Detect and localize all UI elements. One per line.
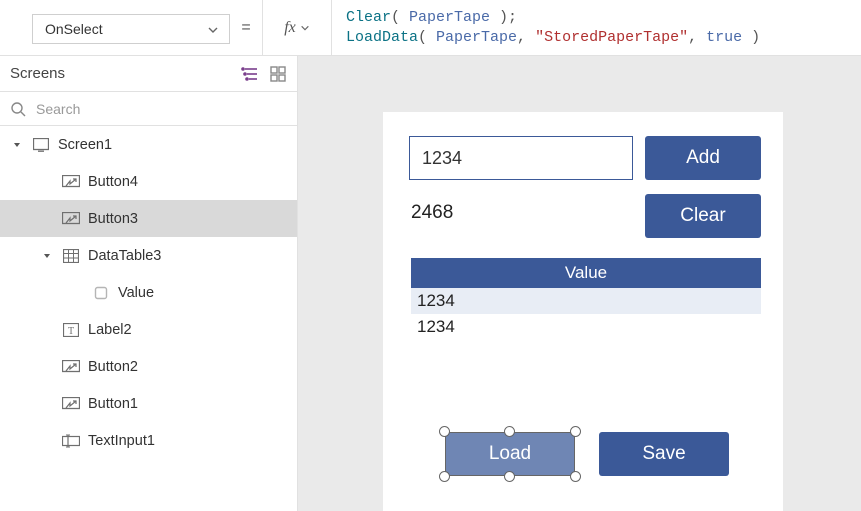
tree-item-textinput1[interactable]: TextInput1 bbox=[0, 422, 297, 459]
tree-search-input[interactable] bbox=[34, 100, 287, 118]
tree-item-datatable3[interactable]: DataTable3 bbox=[0, 237, 297, 274]
tree-item-label2[interactable]: T Label2 bbox=[0, 311, 297, 348]
tree-item-button1[interactable]: Button1 bbox=[0, 385, 297, 422]
textinput-1234[interactable]: 1234 bbox=[409, 136, 633, 180]
resize-handle[interactable] bbox=[439, 426, 450, 437]
tree-item-button3[interactable]: Button3 bbox=[0, 200, 297, 237]
button-icon bbox=[62, 210, 80, 228]
tree-search-row bbox=[0, 92, 297, 126]
formula-bar: OnSelect = fx Clear( PaperTape ); LoadDa… bbox=[0, 0, 861, 56]
tree-item-label: Label2 bbox=[88, 322, 132, 338]
formula-token: Clear bbox=[346, 9, 391, 26]
resize-handle[interactable] bbox=[504, 471, 515, 482]
caret-down-icon[interactable] bbox=[10, 141, 24, 149]
tree-panel-header: Screens bbox=[0, 56, 297, 92]
textinput-icon bbox=[62, 432, 80, 450]
tree-item-button4[interactable]: Button4 bbox=[0, 163, 297, 200]
formula-token: PaperTape bbox=[409, 9, 490, 26]
tree-item-value[interactable]: Value bbox=[0, 274, 297, 311]
chevron-down-icon bbox=[300, 23, 310, 33]
resize-handle[interactable] bbox=[570, 471, 581, 482]
tree-list-view-icon[interactable] bbox=[241, 65, 259, 83]
tree-item-label: DataTable3 bbox=[88, 248, 161, 264]
tree-item-label: Value bbox=[118, 285, 154, 301]
tree-item-label: Button4 bbox=[88, 174, 138, 190]
fx-label: fx bbox=[284, 19, 296, 37]
tree-view: Screen1 Button4 Button3 DataTable3 Value T Lab… bbox=[0, 126, 297, 511]
button-icon bbox=[62, 358, 80, 376]
canvas[interactable]: 1234 Add 2468 Clear Value 1234 1234 Load bbox=[298, 56, 861, 511]
caret-down-icon[interactable] bbox=[40, 252, 54, 260]
formula-token: , bbox=[517, 29, 535, 46]
tree-item-label: TextInput1 bbox=[88, 433, 155, 449]
resize-handle[interactable] bbox=[504, 426, 515, 437]
add-button-label: Add bbox=[686, 147, 720, 169]
formula-token: "StoredPaperTape" bbox=[535, 29, 688, 46]
resize-handle[interactable] bbox=[439, 471, 450, 482]
tree-item-label: Button2 bbox=[88, 359, 138, 375]
column-icon bbox=[92, 284, 110, 302]
formula-editor[interactable]: Clear( PaperTape ); LoadData( PaperTape,… bbox=[332, 0, 861, 55]
load-button-label: Load bbox=[489, 443, 531, 465]
load-button-selected[interactable]: Load bbox=[445, 432, 575, 476]
property-dropdown[interactable]: OnSelect bbox=[32, 14, 230, 44]
fx-button[interactable]: fx bbox=[262, 0, 332, 55]
tree-item-screen1[interactable]: Screen1 bbox=[0, 126, 297, 163]
formula-token: ) bbox=[742, 29, 760, 46]
formula-token: LoadData bbox=[346, 29, 418, 46]
textinput-value: 1234 bbox=[422, 148, 462, 169]
formula-token: ( bbox=[391, 9, 409, 26]
tree-thumb-view-icon[interactable] bbox=[269, 65, 287, 83]
app-preview: 1234 Add 2468 Clear Value 1234 1234 Load bbox=[383, 112, 783, 511]
screen-icon bbox=[32, 136, 50, 154]
chevron-down-icon bbox=[207, 23, 219, 35]
resize-handle[interactable] bbox=[570, 426, 581, 437]
equals-sign: = bbox=[230, 0, 262, 55]
formula-token: ( bbox=[418, 29, 436, 46]
table-row[interactable]: 1234 bbox=[411, 288, 761, 314]
table-row[interactable]: 1234 bbox=[411, 314, 761, 340]
button-icon bbox=[62, 395, 80, 413]
table-icon bbox=[62, 247, 80, 265]
main-area: Screens Screen1 Button4 Button3 DataTable3 V… bbox=[0, 56, 861, 511]
clear-button-label: Clear bbox=[680, 205, 725, 227]
property-dropdown-label: OnSelect bbox=[45, 21, 103, 37]
tree-item-label: Button1 bbox=[88, 396, 138, 412]
data-table-header: Value bbox=[411, 258, 761, 288]
save-button[interactable]: Save bbox=[599, 432, 729, 476]
save-button-label: Save bbox=[642, 443, 685, 465]
tree-panel: Screens Screen1 Button4 Button3 DataTable3 V… bbox=[0, 56, 298, 511]
formula-token: PaperTape bbox=[436, 29, 517, 46]
clear-button[interactable]: Clear bbox=[645, 194, 761, 238]
formula-token: ); bbox=[490, 9, 517, 26]
tree-item-label: Button3 bbox=[88, 211, 138, 227]
data-table[interactable]: Value 1234 1234 bbox=[411, 258, 761, 340]
button-icon bbox=[62, 173, 80, 191]
search-icon bbox=[10, 101, 26, 117]
label-icon: T bbox=[62, 321, 80, 339]
tree-panel-title: Screens bbox=[10, 65, 65, 82]
svg-text:T: T bbox=[68, 326, 74, 337]
sum-label: 2468 bbox=[411, 202, 453, 224]
add-button[interactable]: Add bbox=[645, 136, 761, 180]
tree-item-label: Screen1 bbox=[58, 137, 112, 153]
formula-token: true bbox=[706, 29, 742, 46]
tree-item-button2[interactable]: Button2 bbox=[0, 348, 297, 385]
formula-token: , bbox=[688, 29, 706, 46]
